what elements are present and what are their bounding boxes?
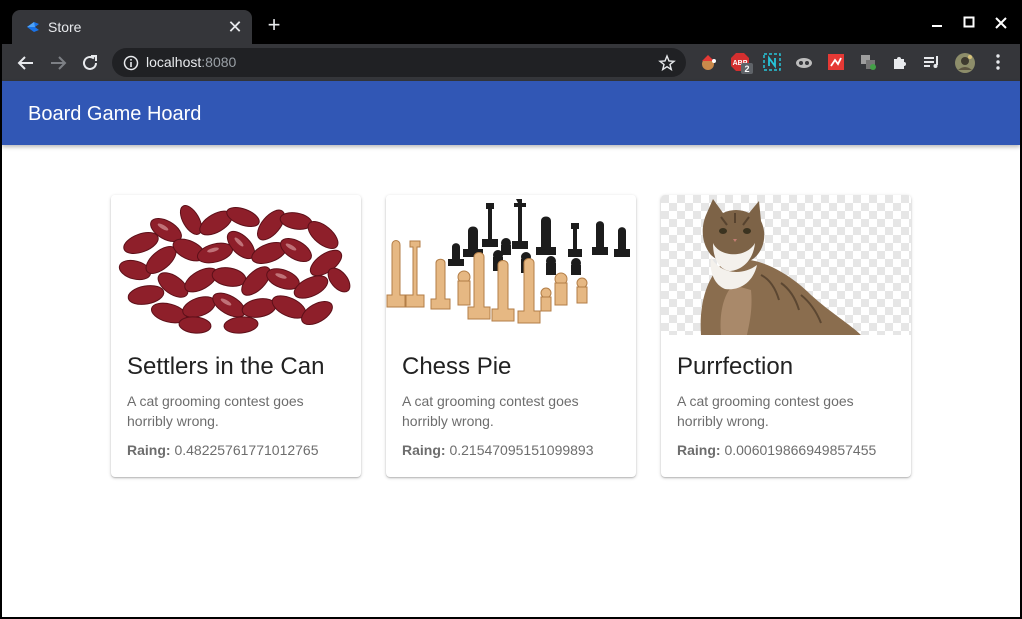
card-title: Settlers in the Can [127,353,325,380]
url-port: :8080 [201,54,237,70]
screenshot-icon[interactable] [826,52,846,72]
chip-extension-icon[interactable] [858,52,878,72]
tabby-cat-image [661,195,911,335]
rating-value: 0.21547095151099893 [449,442,594,458]
chess-pieces-image [386,195,636,335]
card-description: A cat grooming contest goes horribly wro… [677,393,854,429]
close-window-icon[interactable] [990,12,1012,34]
address-bar[interactable]: localhost:8080 [112,48,686,77]
bookmark-star-icon[interactable] [658,54,676,72]
rating-label: Raing: [127,442,171,458]
card-title: Purrfection [677,353,794,380]
tab-strip: Store ✕ + [2,2,1020,44]
notion-icon[interactable] [762,52,782,72]
minimize-icon[interactable] [926,12,948,34]
tab-store[interactable]: Store ✕ [12,10,252,44]
rating-label: Raing: [677,442,721,458]
app-title: Board Game Hoard [28,103,202,125]
game-card[interactable]: Settlers in the Can A cat grooming conte… [111,195,361,477]
favicon-icon [27,22,39,32]
card-rating: Raing: 0.006019866949857455 [677,441,876,459]
tab-title: Store [48,19,82,35]
back-arrow-icon[interactable] [15,52,37,74]
browser-toolbar: localhost:8080 ABP 2 [2,44,1020,81]
kidney-beans-image [111,195,361,335]
extensions-puzzle-icon[interactable] [890,52,910,72]
maximize-icon[interactable] [958,12,980,34]
close-tab-icon[interactable]: ✕ [226,18,244,36]
browser-menu-icon[interactable] [988,52,1008,72]
card-title: Chess Pie [402,353,512,380]
cloud-sync-icon[interactable] [794,52,814,72]
app-header: Board Game Hoard [2,81,1020,145]
card-description: A cat grooming contest goes horribly wro… [402,393,579,429]
rating-value: 0.006019866949857455 [724,442,877,458]
card-description: A cat grooming contest goes horribly wro… [127,393,304,429]
url-text: localhost:8080 [146,54,236,71]
reload-icon[interactable] [79,52,101,74]
browser-window: Store ✕ + localhost:8080 ABP 2 Board Gam… [2,2,1020,617]
game-card[interactable]: Chess Pie A cat grooming contest goes ho… [386,195,636,477]
card-rating: Raing: 0.21547095151099893 [402,441,594,459]
adblock-plus-icon[interactable]: ABP 2 [730,52,753,74]
media-queue-icon[interactable] [922,52,942,72]
rating-value: 0.48225761771012765 [174,442,319,458]
new-tab-icon[interactable]: + [264,14,284,36]
adblock-badge: 2 [744,64,749,74]
forward-arrow-icon[interactable] [47,52,69,74]
rating-label: Raing: [402,442,446,458]
profile-avatar-icon[interactable] [954,52,975,73]
card-rating: Raing: 0.48225761771012765 [127,441,319,459]
game-card[interactable]: Purrfection A cat grooming contest goes … [661,195,911,477]
site-info-icon[interactable] [123,55,139,71]
page-viewport: Board Game Hoard Settlers in the Can A c… [2,81,1020,617]
santa-cookie-icon[interactable] [698,52,718,72]
url-host: localhost [146,54,202,70]
